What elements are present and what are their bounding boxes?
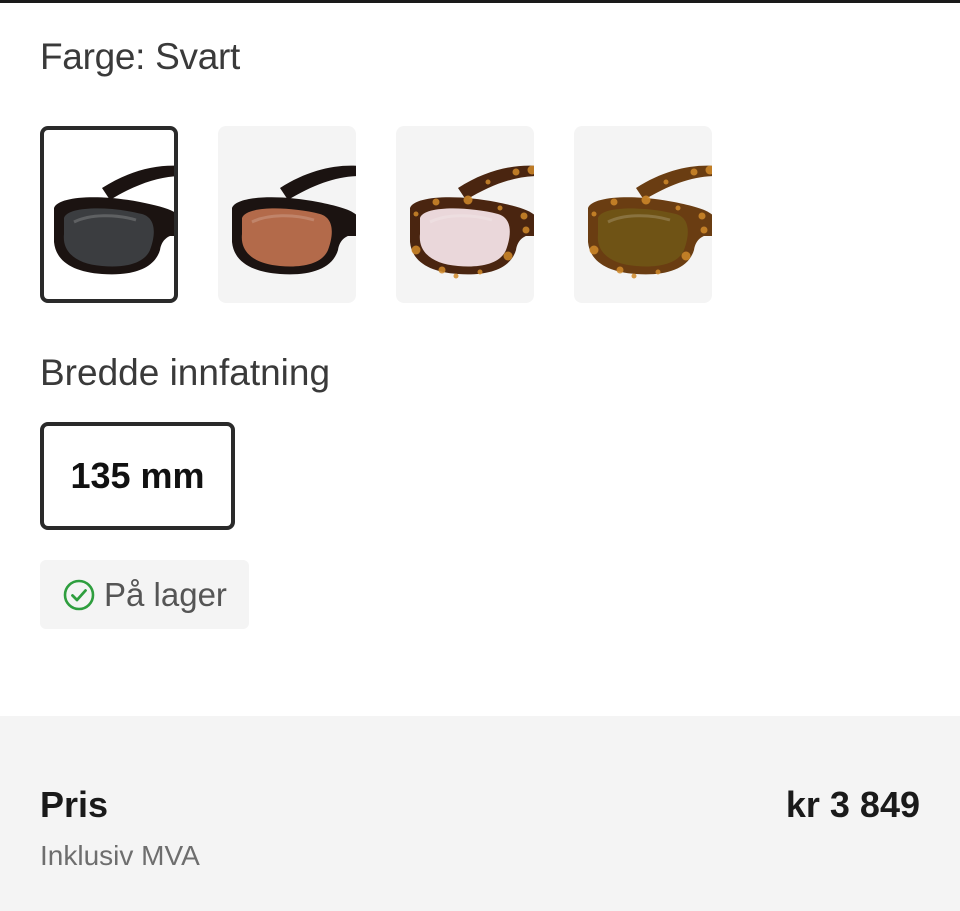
stock-status-badge: På lager [40, 560, 249, 629]
vat-note: Inklusiv MVA [40, 840, 200, 871]
top-divider [0, 0, 960, 3]
frame-width-option[interactable]: 135 mm [40, 422, 235, 530]
price-amount: kr 3 849 [785, 784, 920, 825]
color-swatch-list [40, 126, 712, 303]
check-circle-icon [63, 579, 95, 610]
sunglasses-black-icon [54, 165, 174, 275]
color-swatch-black[interactable] [40, 126, 178, 303]
sunglasses-havana-brown-icon [588, 165, 712, 279]
color-swatch-black-brown-lens[interactable] [218, 126, 356, 303]
sunglasses-havana-pink-icon [410, 165, 534, 279]
color-label: Farge: Svart [40, 36, 240, 77]
stock-status-text: På lager [104, 575, 227, 613]
sunglasses-black-brown-icon [232, 165, 356, 275]
color-swatch-havana-brown-lens[interactable] [574, 126, 712, 303]
frame-width-label: Bredde innfatning [40, 352, 331, 393]
price-panel: Pris Inklusiv MVA kr 3 849 [0, 716, 960, 911]
color-swatch-havana-pink-lens[interactable] [396, 126, 534, 303]
price-label: Pris [40, 784, 109, 825]
